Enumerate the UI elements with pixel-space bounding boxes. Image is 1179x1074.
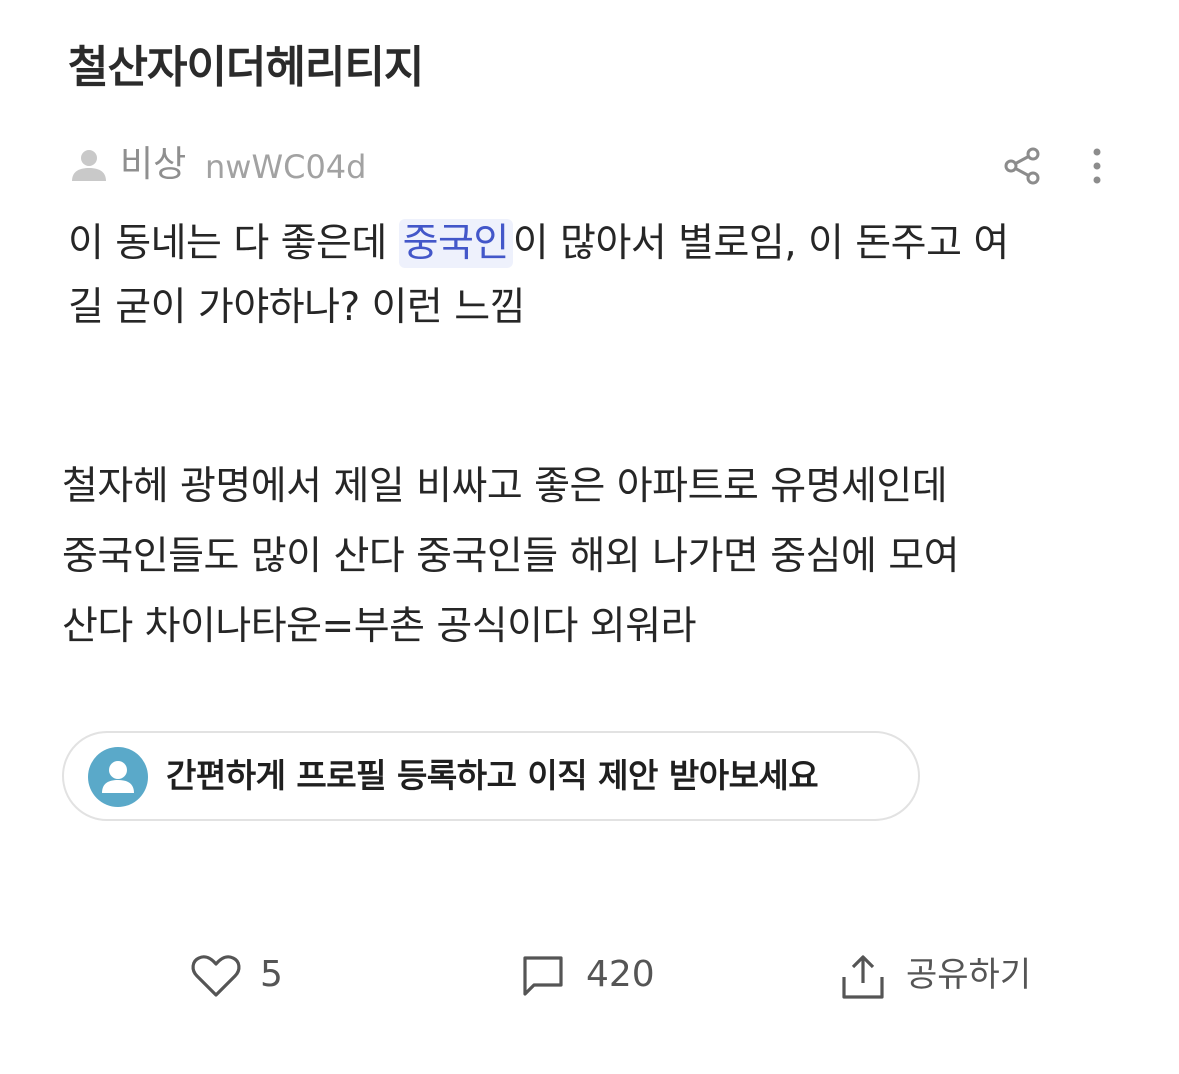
quote-line-2: 길 굳이 가야하나? 이런 느낌: [68, 285, 525, 330]
body-line: 중국인들도 많이 산다 중국인들 해외 나가면 중심에 모여: [62, 534, 960, 579]
post-quote: 이 동네는 다 좋은데 중국인 이 많아서 별로임, 이 돈주고 여 길 굳이 가…: [68, 212, 1128, 340]
quote-text-after: 이 많아서 별로임, 이 돈주고 여: [512, 221, 1009, 266]
comment-icon: [523, 956, 563, 996]
profile-register-button[interactable]: 간편하게 프로필 등록하고 이직 제안 받아보세요: [62, 731, 920, 821]
author-row: 비상 nwWC04d: [70, 140, 1115, 190]
action-bar: 5 420 공유하기: [0, 945, 1179, 1005]
body-line: 철자헤 광명에서 제일 비싸고 좋은 아파트로 유명세인데: [62, 464, 948, 509]
quote-text-before: 이 동네는 다 좋은데: [68, 221, 399, 266]
post-title: 철산자이더헤리티지: [68, 42, 424, 93]
body-line: 산다 차이나타운=부촌 공식이다 외워라: [62, 604, 696, 649]
upload-share-icon: [842, 955, 884, 999]
author-id: nwWC04d: [205, 148, 367, 186]
person-icon: [72, 150, 106, 181]
comment-button[interactable]: 420: [520, 945, 680, 1005]
author-name[interactable]: 비상: [120, 140, 186, 190]
keyword-link[interactable]: 중국인: [398, 219, 513, 268]
comment-count: 420: [586, 954, 655, 995]
like-button[interactable]: 5: [190, 945, 300, 1005]
quote-line-1: 이 동네는 다 좋은데 중국인 이 많아서 별로임, 이 돈주고 여: [68, 212, 1128, 276]
post-body: 철자헤 광명에서 제일 비싸고 좋은 아파트로 유명세인데 중국인들도 많이 산…: [62, 452, 1162, 662]
heart-icon: [191, 955, 241, 997]
more-vertical-icon[interactable]: [1082, 146, 1112, 186]
person-circle-icon: [88, 747, 148, 807]
profile-register-label: 간편하게 프로필 등록하고 이직 제안 받아보세요: [166, 756, 819, 795]
share-label: 공유하기: [906, 955, 1032, 995]
share-icon[interactable]: [1002, 146, 1042, 186]
share-button[interactable]: 공유하기: [840, 945, 1070, 1005]
like-count: 5: [260, 954, 283, 995]
